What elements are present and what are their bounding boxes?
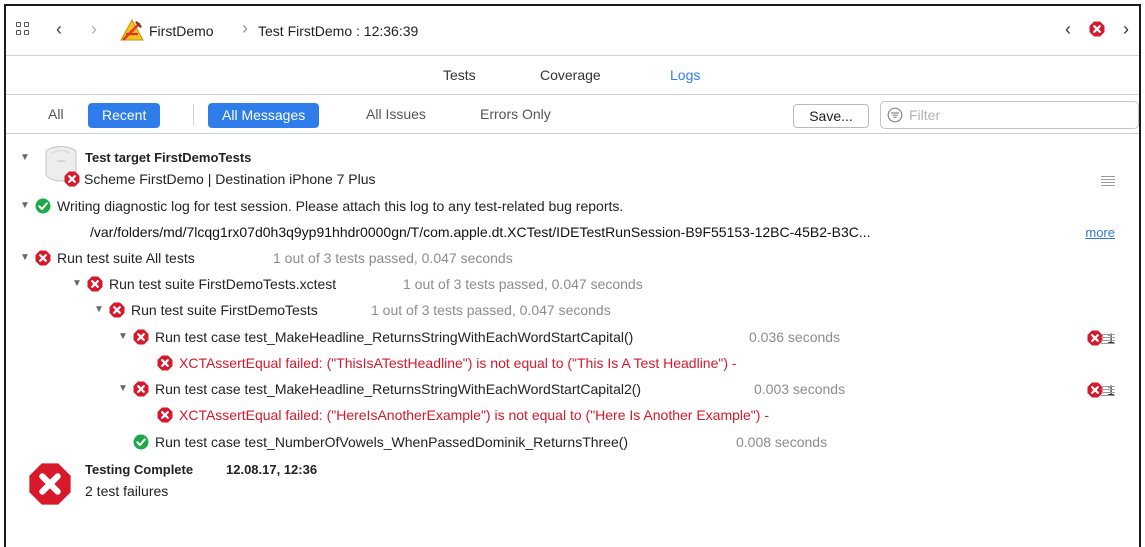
filter-errors-only-button[interactable]: Errors Only [480,106,551,122]
case-3-time: 0.008 seconds [736,434,828,450]
tab-coverage[interactable]: Coverage [540,67,601,83]
details-lines-icon[interactable] [1101,176,1115,188]
log-filter-bar: All Recent All Messages All Issues Error… [6,95,1139,134]
case-1-error-message: XCTAssertEqual failed: ("ThisIsATestHead… [179,355,737,371]
log-content: ▼ Test target FirstDemoTests Scheme Firs… [6,135,1139,547]
filter-input[interactable] [909,105,1129,125]
log-row-case-1[interactable]: ▼ Run test case test_MakeHeadline_Return… [6,328,1139,352]
error-icon [109,302,125,318]
disclosure-triangle-icon[interactable]: ▼ [118,384,128,394]
filter-recent-button[interactable]: Recent [88,103,161,128]
target-detail: Scheme FirstDemo | Destination iPhone 7 … [84,171,376,187]
next-issue-chevron-icon[interactable]: › [1123,20,1129,38]
breadcrumb-project[interactable]: FirstDemo [149,23,214,39]
issue-navigator-controls: ‹ › [1065,19,1129,41]
log-row-suite-xctest[interactable]: ▼ Run test suite FirstDemoTests.xctest 1… [6,275,1139,299]
tab-tests[interactable]: Tests [443,67,476,83]
disclosure-triangle-icon[interactable]: ▼ [118,332,128,342]
filter-icon [887,107,903,123]
log-row-suite-firstdemo[interactable]: ▼ Run test suite FirstDemoTests 1 out of… [6,301,1139,325]
filter-all-messages-button[interactable]: All Messages [208,103,320,128]
diagnostic-path: /var/folders/md/7lcqg1rx07d0h3q9yp91hhdr… [90,224,871,240]
case-2-label: Run test case test_MakeHeadline_ReturnsS… [155,381,642,397]
forward-chevron-icon[interactable]: › [91,20,97,38]
suite-firstdemo-label: Run test suite FirstDemoTests [131,302,318,318]
test-report-window: ‹ › FirstDemo › Test FirstDemo : 12:36:3… [4,4,1141,547]
details-lines-icon[interactable] [1101,386,1115,398]
previous-issue-chevron-icon[interactable]: ‹ [1065,20,1071,38]
case-1-time: 0.036 seconds [749,329,841,345]
save-button[interactable]: Save... [793,104,869,128]
breadcrumb-report[interactable]: Test FirstDemo : 12:36:39 [258,23,418,39]
suite-xctest-label: Run test suite FirstDemoTests.xctest [109,276,337,292]
log-row-case-2-error[interactable]: XCTAssertEqual failed: ("HereIsAnotherEx… [6,406,1139,430]
disclosure-triangle-icon[interactable]: ▼ [20,253,30,263]
log-row-target-detail: Scheme FirstDemo | Destination iPhone 7 … [6,169,1139,193]
filter-divider [193,104,194,126]
filter-field[interactable] [880,101,1139,129]
error-indicator-icon[interactable] [1089,21,1105,37]
diagnostic-message: Writing diagnostic log for test session.… [57,198,624,214]
success-check-icon [133,434,149,450]
error-icon [157,355,173,371]
error-icon [35,250,51,266]
error-icon [87,276,103,292]
log-row-case-3[interactable]: Run test case test_NumberOfVowels_WhenPa… [6,433,1139,457]
case-3-label: Run test case test_NumberOfVowels_WhenPa… [155,434,629,450]
breadcrumb-separator-icon: › [242,18,248,38]
disclosure-triangle-icon[interactable]: ▼ [20,153,30,163]
case-2-time: 0.003 seconds [754,381,846,397]
case-2-error-message: XCTAssertEqual failed: ("HereIsAnotherEx… [179,407,769,423]
details-lines-icon[interactable] [1101,334,1115,346]
log-row-diagnostic-path: /var/folders/md/7lcqg1rx07d0h3q9yp91hhdr… [6,223,1139,247]
disclosure-triangle-icon[interactable]: ▼ [94,305,104,315]
complete-title: Testing Complete [85,462,194,477]
suite-xctest-stats: 1 out of 3 tests passed, 0.047 seconds [403,276,643,292]
log-row-case-2[interactable]: ▼ Run test case test_MakeHeadline_Return… [6,380,1139,404]
filter-all-button[interactable]: All [48,106,64,122]
success-check-icon [35,198,51,214]
report-tabs: Tests Coverage Logs [6,56,1139,95]
log-row-suite-all[interactable]: ▼ Run test suite All tests 1 out of 3 te… [6,249,1139,273]
filter-all-issues-button[interactable]: All Issues [366,106,426,122]
log-row-complete-detail: 2 test failures [6,481,1139,505]
error-icon [133,329,149,345]
error-icon [157,407,173,423]
suite-all-label: Run test suite All tests [57,250,195,266]
disclosure-triangle-icon[interactable]: ▼ [20,201,30,211]
jump-bar: ‹ › FirstDemo › Test FirstDemo : 12:36:3… [6,6,1139,56]
complete-time: 12.08.17, 12:36 [226,462,318,477]
complete-detail: 2 test failures [85,483,169,499]
tab-logs[interactable]: Logs [670,67,700,83]
xcode-app-icon [120,18,144,41]
suite-all-stats: 1 out of 3 tests passed, 0.047 seconds [273,250,513,266]
more-link[interactable]: more [1085,224,1115,242]
disclosure-triangle-icon[interactable]: ▼ [72,279,82,289]
log-row-diagnostic[interactable]: ▼ Writing diagnostic log for test sessio… [6,197,1139,221]
error-icon [133,381,149,397]
error-icon [64,171,80,187]
log-row-case-1-error[interactable]: XCTAssertEqual failed: ("ThisIsATestHead… [6,354,1139,378]
suite-firstdemo-stats: 1 out of 3 tests passed, 0.047 seconds [371,302,611,318]
related-items-grid-icon[interactable] [16,22,30,36]
case-1-label: Run test case test_MakeHeadline_ReturnsS… [155,329,634,345]
back-chevron-icon[interactable]: ‹ [56,20,62,38]
target-title: Test target FirstDemoTests [85,150,252,165]
